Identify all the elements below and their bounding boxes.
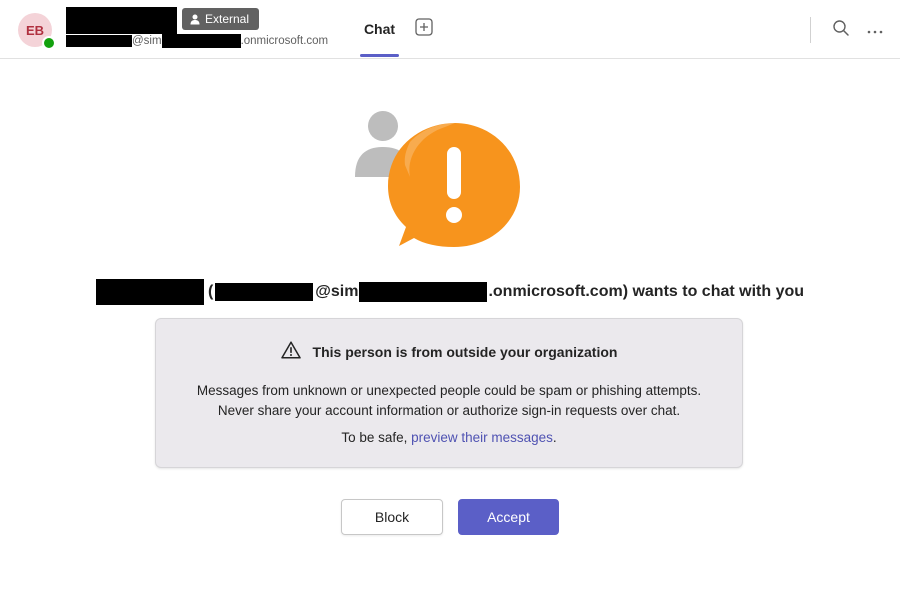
warning-title: This person is from outside your organiz… bbox=[312, 343, 618, 360]
chat-header: EB External @sim .onmicrosoft.com Chat bbox=[0, 0, 900, 59]
warning-body: Messages from unknown or unexpected peop… bbox=[156, 381, 742, 421]
warning-line-2: Never share your account information or … bbox=[217, 403, 681, 418]
redacted-requester-email-user bbox=[215, 283, 314, 301]
redacted-email-user bbox=[66, 35, 132, 47]
more-options-icon bbox=[867, 21, 883, 39]
external-badge-label: External bbox=[205, 12, 250, 26]
safety-tip-prefix: To be safe, bbox=[341, 430, 412, 445]
warning-line-1: Messages from unknown or unexpected peop… bbox=[196, 383, 702, 398]
block-button[interactable]: Block bbox=[341, 499, 443, 535]
external-badge: External bbox=[182, 8, 260, 30]
preview-messages-link[interactable]: preview their messages bbox=[411, 430, 553, 445]
header-divider bbox=[810, 17, 811, 43]
exclamation-bubble-icon bbox=[388, 123, 520, 247]
add-tab-button[interactable] bbox=[415, 17, 433, 41]
avatar-initials: EB bbox=[25, 22, 45, 38]
request-email-middle: @sim bbox=[315, 283, 359, 300]
accept-button[interactable]: Accept bbox=[458, 499, 559, 535]
contact-email: @sim .onmicrosoft.com bbox=[66, 33, 328, 49]
external-chat-illustration bbox=[350, 105, 530, 255]
warning-heading: This person is from outside your organiz… bbox=[156, 341, 742, 362]
chat-request-message: ( @sim .onmicrosoft.com) wants to chat w… bbox=[0, 279, 900, 305]
person-icon bbox=[190, 14, 200, 25]
redacted-requester-domain bbox=[359, 282, 488, 302]
search-icon bbox=[832, 19, 850, 42]
email-middle: @sim bbox=[132, 35, 162, 47]
tab-chat-label: Chat bbox=[363, 21, 396, 37]
request-email-suffix: .onmicrosoft.com) wants to chat with you bbox=[488, 283, 805, 300]
search-button[interactable] bbox=[831, 19, 851, 42]
presence-indicator bbox=[42, 36, 56, 50]
more-options-button[interactable] bbox=[865, 20, 885, 40]
request-open-paren: ( bbox=[207, 283, 214, 300]
external-warning-card: This person is from outside your organiz… bbox=[155, 318, 743, 468]
redacted-contact-name bbox=[66, 7, 177, 34]
tab-chat[interactable]: Chat bbox=[360, 0, 399, 58]
email-suffix: .onmicrosoft.com bbox=[240, 35, 329, 47]
safety-tip: To be safe, preview their messages. bbox=[156, 430, 742, 445]
add-tab-icon bbox=[415, 17, 433, 41]
active-tab-indicator bbox=[360, 54, 399, 57]
redacted-requester-name bbox=[95, 279, 204, 305]
redacted-email-domain bbox=[161, 34, 241, 48]
warning-triangle-icon bbox=[280, 341, 301, 362]
safety-tip-suffix: . bbox=[552, 430, 557, 445]
